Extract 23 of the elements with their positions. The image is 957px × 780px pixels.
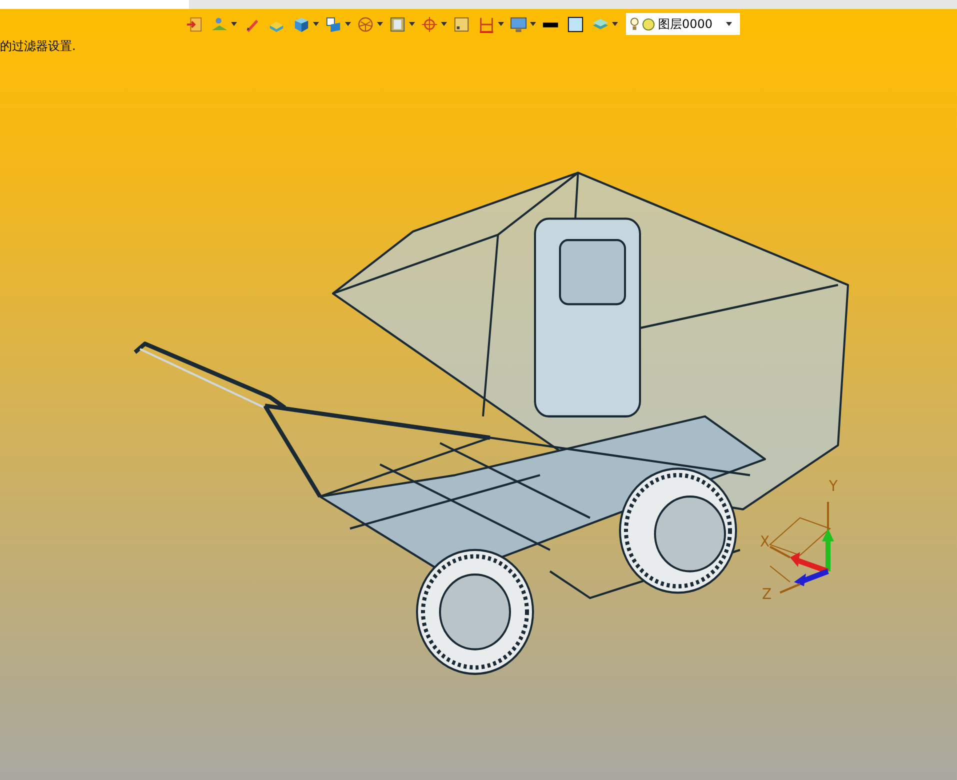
caret-icon[interactable] xyxy=(530,22,536,26)
cube-tool-icon[interactable] xyxy=(293,16,310,32)
caret-icon[interactable] xyxy=(313,22,319,26)
y-axis-label: Y xyxy=(829,478,838,496)
exit-tool-icon[interactable] xyxy=(186,16,203,32)
z-axis-label: Z xyxy=(762,586,772,604)
lightbulb-icon xyxy=(630,16,639,32)
caret-icon[interactable] xyxy=(612,22,618,26)
caret-icon[interactable] xyxy=(231,22,237,26)
square-tool-icon[interactable] xyxy=(453,16,470,32)
monitor-tool-icon[interactable] xyxy=(510,16,527,32)
x-axis-label: X xyxy=(760,534,770,551)
caret-icon[interactable] xyxy=(498,22,504,26)
layer-dropdown[interactable]: 图层0000 xyxy=(626,13,740,35)
caret-icon[interactable] xyxy=(441,22,447,26)
caret-icon[interactable] xyxy=(377,22,383,26)
fill-tool-icon[interactable] xyxy=(567,16,584,32)
caret-icon xyxy=(726,22,732,26)
circle-icon xyxy=(642,18,655,30)
caret-icon[interactable] xyxy=(345,22,351,26)
status-message: 的过滤器设置. xyxy=(0,38,76,55)
frame-tool-icon[interactable] xyxy=(389,16,406,32)
caret-icon[interactable] xyxy=(409,22,415,26)
